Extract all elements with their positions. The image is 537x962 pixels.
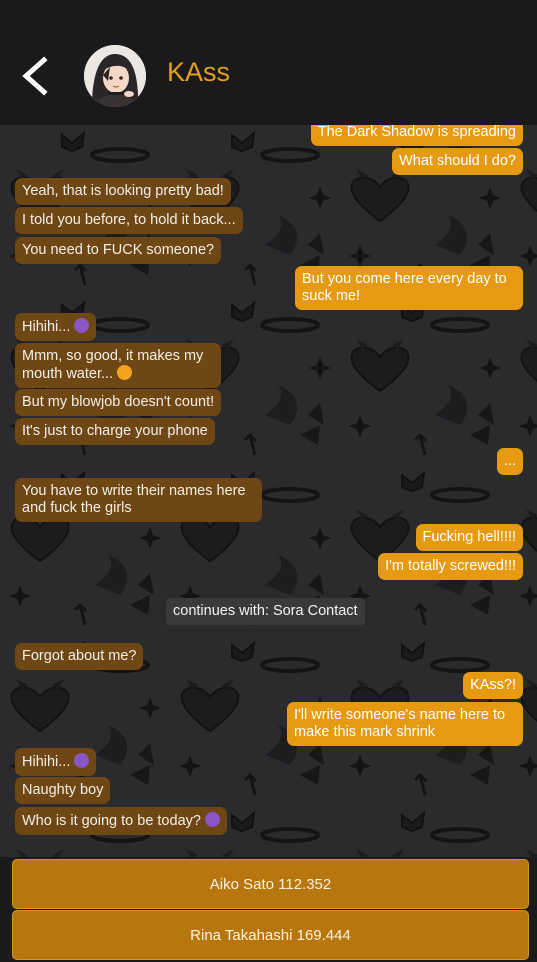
choices-panel: Aiko Sato 112.352 Rina Takahashi 169.444 bbox=[0, 857, 537, 962]
message-bubble-out: Fucking hell!!!! bbox=[415, 524, 523, 551]
message-bubble-out: The Dark Shadow is spreading bbox=[310, 125, 523, 146]
message-bubble-out: But you come here every day to suck me! bbox=[295, 266, 523, 310]
message-bubble-out: KAss?! bbox=[463, 672, 523, 699]
smiling-devil-icon bbox=[204, 812, 220, 827]
chat-area[interactable]: The Dark Shadow is spreading What should… bbox=[0, 125, 537, 857]
message-bubble-out: I'll write someone's name here to make th… bbox=[287, 702, 523, 746]
message-bubble-in: But my blowjob doesn't count! bbox=[15, 389, 222, 416]
smiling-devil-icon bbox=[74, 318, 90, 333]
system-notice: continues with: Sora Contact bbox=[166, 598, 365, 625]
choice-button[interactable]: Rina Takahashi 169.444 bbox=[12, 910, 529, 960]
message-bubble-in: I told you before, to hold it back... bbox=[15, 207, 243, 234]
avatar[interactable] bbox=[84, 45, 146, 107]
message-bubble-out: I'm totally screwed!!! bbox=[378, 553, 523, 580]
message-bubble-in: Forgot about me? bbox=[15, 643, 144, 670]
chevron-left-icon bbox=[22, 56, 48, 96]
message-bubble-in: Yeah, that is looking pretty bad! bbox=[15, 178, 231, 205]
message-bubble-in: Naughty boy bbox=[15, 777, 111, 804]
contact-name: KAss bbox=[167, 57, 231, 87]
smiling-devil-icon bbox=[74, 753, 90, 768]
choice-button[interactable]: Aiko Sato 112.352 bbox=[12, 859, 529, 909]
message-bubble-in: It's just to charge your phone bbox=[15, 418, 215, 445]
back-button[interactable] bbox=[18, 56, 58, 96]
chat-header: KAss bbox=[0, 0, 537, 125]
message-bubble-in: Hihihi... bbox=[15, 313, 97, 341]
message-bubble-in: You have to write their names here and fu… bbox=[15, 478, 262, 522]
message-bubble-out: ... bbox=[496, 448, 523, 475]
message-bubble-in: Who is it going to be today? bbox=[15, 807, 227, 835]
message-bubble-in: Hihihi... bbox=[15, 748, 97, 776]
message-bubble-in: You need to FUCK someone? bbox=[15, 237, 222, 264]
message-bubble-in: Mmm, so good, it makes my mouth water... bbox=[15, 343, 221, 388]
yum-face-icon bbox=[117, 365, 133, 380]
message-bubble-out: What should I do? bbox=[392, 148, 523, 175]
